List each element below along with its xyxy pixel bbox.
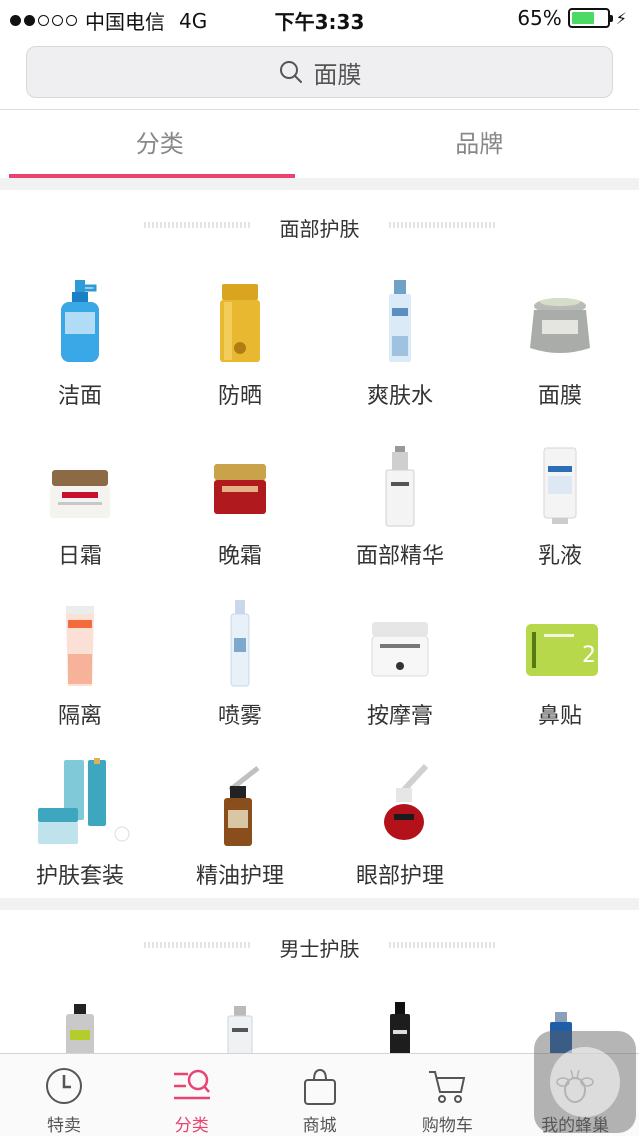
- skincare-set-icon: [38, 758, 130, 844]
- men-toner-bottle-icon: [227, 1006, 253, 1053]
- category-spray[interactable]: 喷雾: [160, 590, 320, 740]
- spray-bottle-icon: [230, 600, 250, 687]
- tabbar-label: 分类: [174, 1116, 209, 1136]
- category-lotion[interactable]: 乳液: [480, 430, 639, 580]
- men-serum-bottle-icon: [390, 1002, 410, 1053]
- category-day-cream[interactable]: 日霜: [0, 430, 160, 580]
- section-title-face-care: 面部护肤: [279, 217, 360, 241]
- category-label: 护肤套装: [35, 864, 124, 889]
- primer-tube-icon: [66, 606, 94, 686]
- category-men-toner[interactable]: [160, 998, 320, 1053]
- tabbar-item-mall[interactable]: 商城: [256, 1054, 384, 1136]
- section-divider: [0, 898, 639, 910]
- toner-bottle-icon: [389, 280, 411, 362]
- category-label: 晚霜: [217, 544, 262, 569]
- category-label: 洁面: [57, 384, 102, 409]
- status-right: 65% ⚡: [517, 6, 627, 30]
- category-mask[interactable]: 面膜: [480, 270, 639, 420]
- category-nose-strip[interactable]: 2 鼻贴: [480, 590, 639, 740]
- massage-gel-jar-icon: [371, 622, 429, 677]
- tab-brand[interactable]: 品牌: [320, 110, 639, 178]
- status-bar: 中国电信 4G 下午3:33 65% ⚡: [0, 0, 639, 36]
- title-decoration-right: [389, 222, 495, 228]
- category-label: 精油护理: [195, 864, 284, 889]
- category-label: 面膜: [537, 384, 582, 409]
- tabbar-label: 特卖: [47, 1116, 81, 1136]
- serum-pump-icon: [385, 446, 415, 527]
- men-cleanser-bottle-icon: [66, 1004, 94, 1053]
- day-cream-jar-icon: [50, 470, 110, 518]
- category-label: 喷雾: [217, 704, 262, 729]
- dropper-oil-bottle-icon: [224, 766, 260, 846]
- category-night-cream[interactable]: 晚霜: [160, 430, 320, 580]
- assistive-touch-inner: [550, 1047, 620, 1117]
- lotion-tube-icon: [543, 447, 577, 524]
- category-label: 面部精华: [355, 544, 444, 569]
- category-label: 爽肤水: [366, 384, 433, 409]
- category-primer[interactable]: 隔离: [0, 590, 160, 740]
- search-icon: [279, 61, 302, 83]
- tabbar-label: 购物车: [421, 1116, 473, 1136]
- cleanser-bottle-icon: [61, 280, 99, 362]
- category-men-cleanser[interactable]: [0, 998, 160, 1053]
- category-eye-care[interactable]: 眼部护理: [320, 750, 480, 900]
- battery-percent: 65%: [517, 6, 562, 30]
- charging-icon: ⚡: [615, 8, 627, 28]
- mask-jar-icon: [530, 298, 590, 353]
- section-divider: [0, 178, 639, 190]
- category-tabs: 分类 品牌: [0, 110, 639, 178]
- tabbar-label: 商城: [302, 1116, 337, 1136]
- category-label: 眼部护理: [355, 864, 444, 889]
- category-label: 防晒: [217, 384, 262, 409]
- category-essential-oil[interactable]: 精油护理: [160, 750, 320, 900]
- svg-text:2: 2: [582, 643, 596, 668]
- category-label: 鼻贴: [537, 704, 582, 729]
- category-label: 乳液: [537, 544, 582, 569]
- eye-serum-dropper-icon: [384, 763, 429, 840]
- search-text: 面膜: [313, 60, 362, 89]
- category-toner[interactable]: 爽肤水: [320, 270, 480, 420]
- category-cleanser[interactable]: 洁面: [0, 270, 160, 420]
- nose-strip-pack-icon: 2: [526, 624, 598, 676]
- assistive-touch-button[interactable]: [534, 1031, 636, 1133]
- shopping-bag-icon: [303, 1068, 336, 1105]
- category-label: 日霜: [57, 544, 102, 569]
- category-skincare-set[interactable]: 护肤套装: [0, 750, 160, 900]
- section-title-men-care: 男士护肤: [279, 937, 360, 961]
- search-input[interactable]: 面膜: [26, 46, 613, 98]
- night-cream-jar-icon: [214, 464, 266, 514]
- category-label: 隔离: [57, 704, 102, 729]
- category-massage-gel[interactable]: 按摩膏: [320, 590, 480, 740]
- tabbar-item-cart[interactable]: 购物车: [383, 1054, 511, 1136]
- title-decoration-right: [389, 942, 495, 948]
- category-face-serum[interactable]: 面部精华: [320, 430, 480, 580]
- category-men-serum[interactable]: [320, 998, 480, 1053]
- sunscreen-bottle-icon: [220, 284, 260, 362]
- search-header: 面膜: [0, 36, 639, 110]
- tabbar-item-category[interactable]: 分类: [128, 1054, 256, 1136]
- category-sunscreen[interactable]: 防晒: [160, 270, 320, 420]
- cart-icon: [429, 1071, 466, 1103]
- category-label: 按摩膏: [366, 704, 433, 729]
- category-search-icon: [173, 1069, 210, 1100]
- battery-icon: [567, 8, 613, 28]
- clock-icon: [46, 1068, 82, 1104]
- tabbar-item-flash-sale[interactable]: 特卖: [0, 1054, 128, 1136]
- tab-category[interactable]: 分类: [0, 110, 320, 178]
